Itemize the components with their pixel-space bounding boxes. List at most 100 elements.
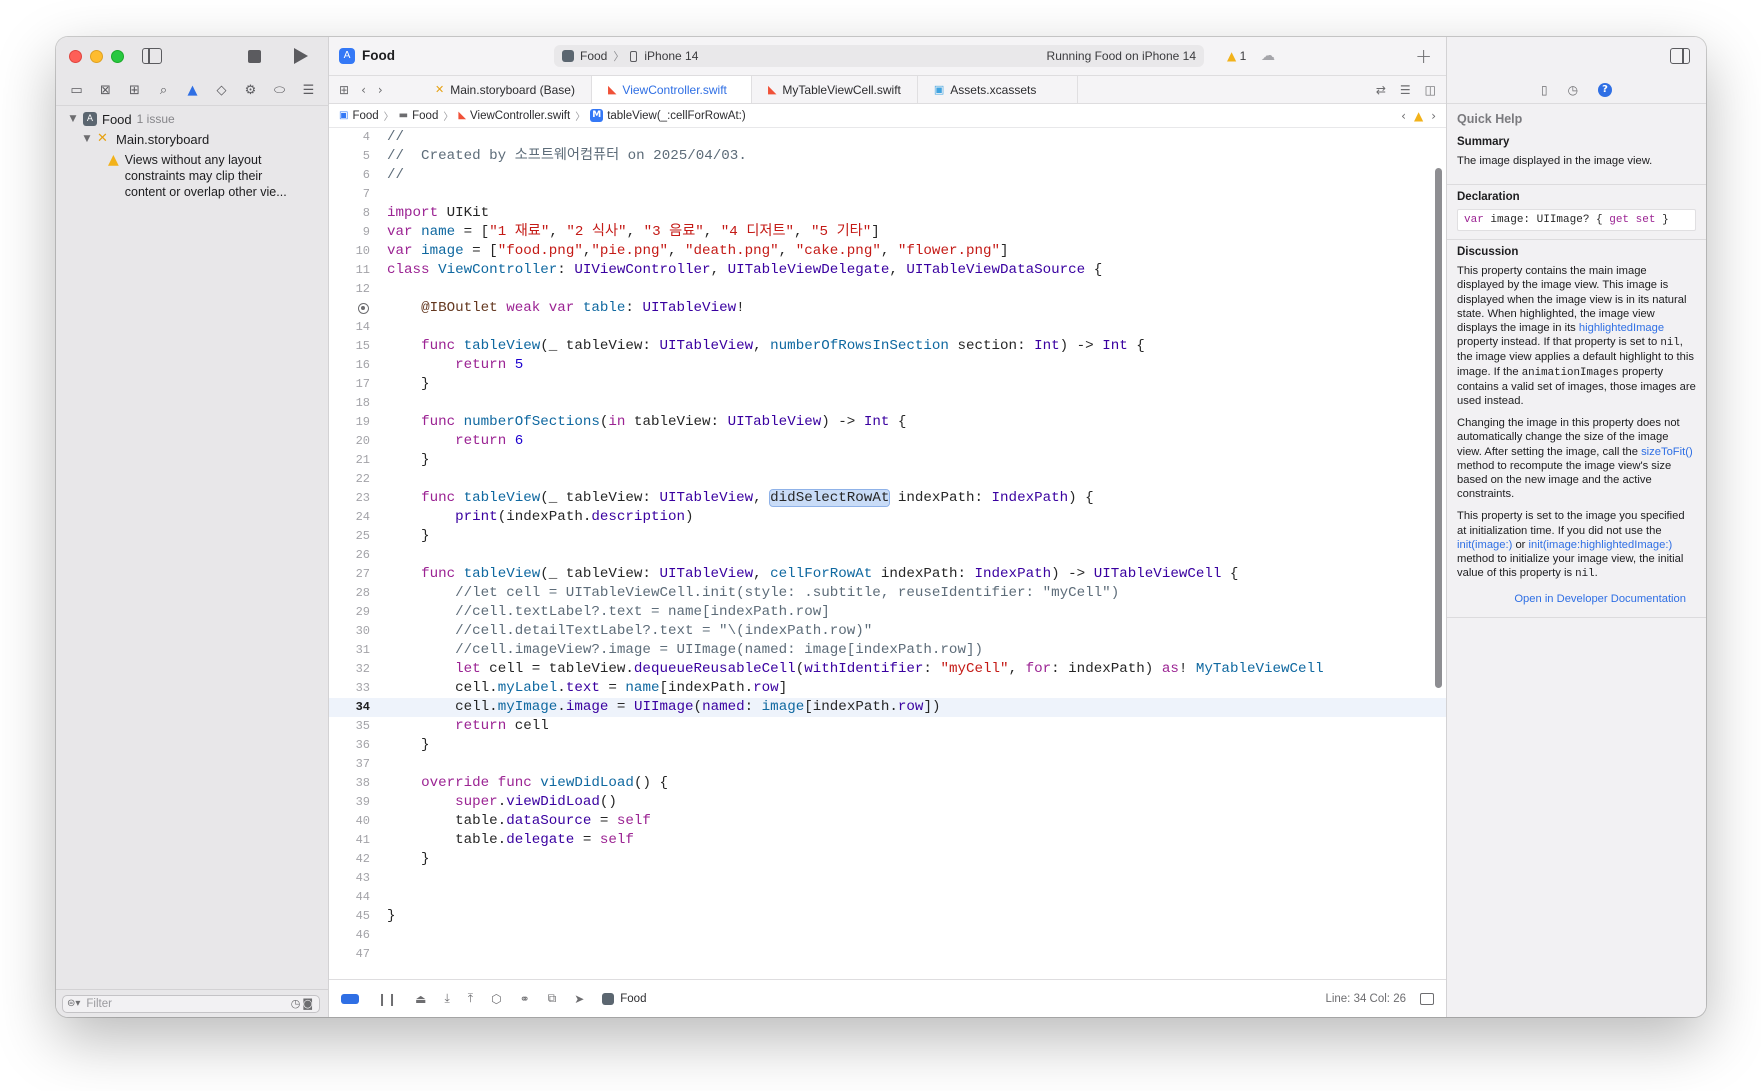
minimize-window-button[interactable] [90,50,103,63]
tree-row-project[interactable]: ▼ A Food 1 issue [56,109,329,129]
code-line[interactable]: 32 let cell = tableView.dequeueReusableC… [329,660,1446,679]
code-line[interactable]: 11 class ViewController: UIViewController… [329,261,1446,280]
code-line[interactable]: 19 func numberOfSections(in tableView: U… [329,413,1446,432]
code-line[interactable]: 37 [329,755,1446,774]
code-line[interactable]: 28 //let cell = UITableViewCell.init(sty… [329,584,1446,603]
chevron-down-icon[interactable]: ▼ [67,114,79,124]
tab-main-storyboard[interactable]: ✕ Main.storyboard (Base) [419,76,592,103]
swap-icon[interactable]: ⇄ [1376,83,1386,97]
close-window-button[interactable] [69,50,82,63]
tab-assets[interactable]: ▣ Assets.xcassets [918,76,1078,103]
source-editor[interactable]: 4 // 5 // Created by 소프트웨어컴퓨터 on 2025/04/03… [329,128,1446,979]
symbol-icon[interactable]: ⊞ [124,83,146,98]
line-number[interactable]: 4 [329,128,370,147]
code-line[interactable]: 42 } [329,850,1446,869]
code-line[interactable]: @IBOutlet weak var table: UITableView! [329,299,1446,318]
line-number[interactable]: 43 [329,869,370,888]
code-line[interactable]: 24 print(indexPath.description) [329,508,1446,527]
outlet-connection-icon[interactable] [358,303,369,314]
code-line[interactable]: 31 //cell.imageView?.image = UIImage(nam… [329,641,1446,660]
scheme-device[interactable]: iPhone 14 [644,49,698,63]
line-number[interactable]: 36 [329,736,370,755]
view-hierarchy-icon[interactable]: ⬡ [491,992,501,1006]
line-number[interactable]: 10 [329,242,370,261]
console-toggle-icon[interactable] [341,993,359,1004]
code-line[interactable]: 27 func tableView(_ tableView: UITableVi… [329,565,1446,584]
add-library-button[interactable]: + [1415,44,1432,68]
code-line[interactable]: 36 } [329,736,1446,755]
code-line[interactable]: 15 func tableView(_ tableView: UITableVi… [329,337,1446,356]
step-into-icon[interactable]: ⤓ [444,991,449,1006]
memory-graph-icon[interactable]: ⚭ [520,992,530,1006]
code-line[interactable]: 14 [329,318,1446,337]
line-number[interactable]: 32 [329,660,370,679]
filter-options-icon[interactable]: ⊜▾ [67,998,80,1009]
line-number[interactable]: 30 [329,622,370,641]
jumpbar-item-file[interactable]: ViewController.swift [470,110,570,122]
line-number[interactable]: 46 [329,926,370,945]
init-image-highlighted-link[interactable]: init(image:highlightedImage:) [1529,539,1673,551]
line-number[interactable]: 29 [329,603,370,622]
step-out-icon[interactable]: ⤒ [468,991,473,1006]
tab-viewcontroller-swift[interactable]: ◣ ViewController.swift [591,76,752,103]
quick-help-icon[interactable]: ? [1598,82,1613,97]
environment-icon[interactable]: ⧉ [548,991,557,1006]
line-number[interactable]: 19 [329,413,370,432]
code-line[interactable]: 22 [329,470,1446,489]
line-number[interactable]: 24 [329,508,370,527]
debug-target[interactable]: Food [602,992,646,1005]
line-number[interactable]: 28 [329,584,370,603]
line-number[interactable]: 18 [329,394,370,413]
warning-badge[interactable]: ▲ 1 [1227,49,1246,63]
chevron-down-icon[interactable]: ▼ [81,134,93,144]
test-icon[interactable]: ◇ [211,83,233,98]
line-number[interactable]: 16 [329,356,370,375]
size-to-fit-link[interactable]: sizeToFit() [1641,446,1693,458]
line-number[interactable]: 39 [329,793,370,812]
code-line[interactable]: 9 var name = ["1 재료", "2 식사", "3 음료", "4 … [329,223,1446,242]
run-button[interactable] [294,48,308,64]
init-image-link[interactable]: init(image:) [1457,539,1512,551]
code-line[interactable]: 40 table.dataSource = self [329,812,1446,831]
code-line[interactable]: 26 [329,546,1446,565]
source-control-icon[interactable]: ⊠ [95,83,117,98]
line-number[interactable]: 40 [329,812,370,831]
editor-options-icon[interactable]: ☰ [1400,83,1411,97]
warning-icon[interactable]: ▲ [1414,109,1423,123]
line-number[interactable]: 9 [329,223,370,242]
scheme-target[interactable]: Food [580,49,607,63]
code-line[interactable]: 4 // [329,128,1446,147]
breakpoint-icon[interactable]: ⬭ [269,83,291,98]
open-developer-docs-link[interactable]: Open in Developer Documentation [1457,589,1696,609]
cloud-icon[interactable]: ☁ [1261,48,1275,64]
line-number[interactable]: 21 [329,451,370,470]
code-line[interactable]: 6 // [329,166,1446,185]
history-inspector-icon[interactable]: ◷ [1568,83,1578,97]
code-line[interactable]: 18 [329,394,1446,413]
line-number[interactable]: 31 [329,641,370,660]
line-number[interactable]: 8 [329,204,370,223]
sidebar-toggle-icon[interactable] [142,48,162,64]
folder-icon[interactable]: ▭ [66,83,88,98]
recent-filter-icon[interactable]: ◷◙ [291,997,315,1010]
line-number[interactable]: 42 [329,850,370,869]
code-line[interactable]: 5 // Created by 소프트웨어컴퓨터 on 2025/04/03. [329,147,1446,166]
find-icon[interactable]: ⌕ [153,83,175,98]
zoom-window-button[interactable] [111,50,124,63]
location-icon[interactable]: ➤ [574,992,584,1006]
code-line[interactable]: 16 return 5 [329,356,1446,375]
next-issue-icon[interactable]: › [1431,109,1436,123]
line-number[interactable]: 47 [329,945,370,964]
grid-icon[interactable]: ⊞ [339,83,349,97]
code-line[interactable]: 45} [329,907,1446,926]
code-line[interactable]: 30 //cell.detailTextLabel?.text = "\(ind… [329,622,1446,641]
report-icon[interactable]: ☰ [298,83,320,98]
step-over-icon[interactable]: ⏏ [415,992,426,1006]
code-line[interactable]: 10 var image = ["food.png","pie.png", "de… [329,242,1446,261]
line-number[interactable]: 34 [329,698,370,717]
line-number[interactable]: 25 [329,527,370,546]
line-number[interactable]: 44 [329,888,370,907]
jumpbar-item-project[interactable]: Food [352,110,378,122]
debug-icon[interactable]: ⚙ [240,83,262,98]
highlighted-image-link[interactable]: highlightedImage [1579,322,1664,334]
